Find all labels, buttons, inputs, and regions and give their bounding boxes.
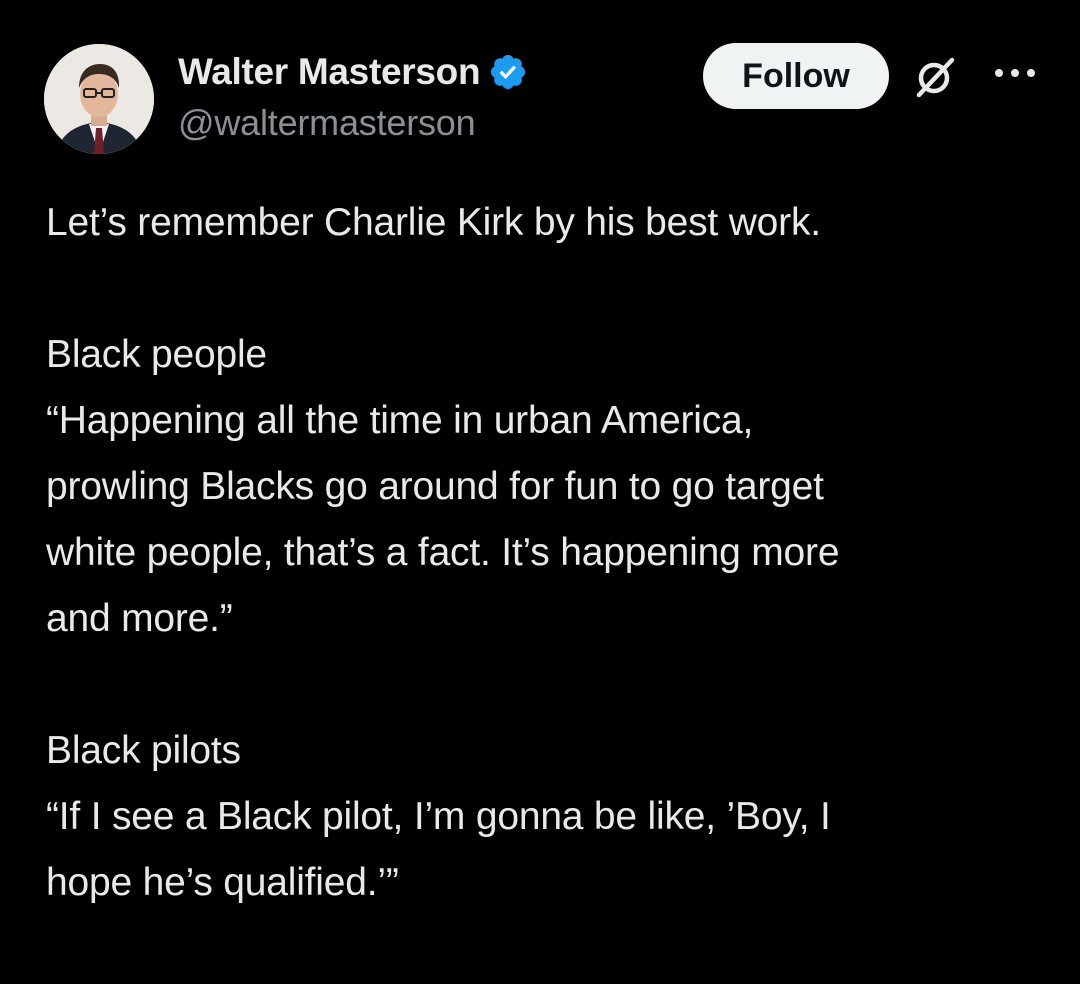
quote-line: “If I see a Black pilot, I’m gonna be li… bbox=[46, 795, 831, 838]
quote-line: white people, that’s a fact. It’s happen… bbox=[46, 531, 840, 574]
display-name-row: Walter Masterson bbox=[178, 48, 528, 96]
avatar[interactable] bbox=[44, 44, 154, 154]
quote-line: and more.” bbox=[46, 597, 233, 640]
author-names: Walter Masterson @waltermasterson bbox=[178, 48, 528, 144]
section-heading-black-people: Black people bbox=[46, 333, 267, 376]
quote-line: prowling Blacks go around for fun to go … bbox=[46, 465, 824, 508]
post-body: Let’s remember Charlie Kirk by his best … bbox=[46, 190, 1046, 916]
grok-icon[interactable] bbox=[910, 52, 960, 102]
display-name[interactable]: Walter Masterson bbox=[178, 51, 481, 93]
section-heading-black-pilots: Black pilots bbox=[46, 729, 241, 772]
avatar-photo bbox=[44, 44, 154, 154]
post-intro: Let’s remember Charlie Kirk by his best … bbox=[46, 201, 821, 244]
quote-black-pilots: “If I see a Black pilot, I’m gonna be li… bbox=[46, 784, 1046, 916]
post-container: Walter Masterson @waltermasterson Follow… bbox=[0, 0, 1080, 984]
quote-line: hope he’s qualified.’” bbox=[46, 861, 399, 904]
follow-button[interactable]: Follow bbox=[703, 43, 889, 109]
post-header: Walter Masterson @waltermasterson Follow bbox=[44, 43, 1044, 154]
quote-line: “Happening all the time in urban America… bbox=[46, 399, 754, 442]
quote-black-people: “Happening all the time in urban America… bbox=[46, 388, 1046, 652]
more-options-icon[interactable] bbox=[992, 66, 1038, 80]
author-handle[interactable]: @waltermasterson bbox=[178, 102, 528, 144]
verified-badge-icon[interactable] bbox=[488, 52, 528, 92]
